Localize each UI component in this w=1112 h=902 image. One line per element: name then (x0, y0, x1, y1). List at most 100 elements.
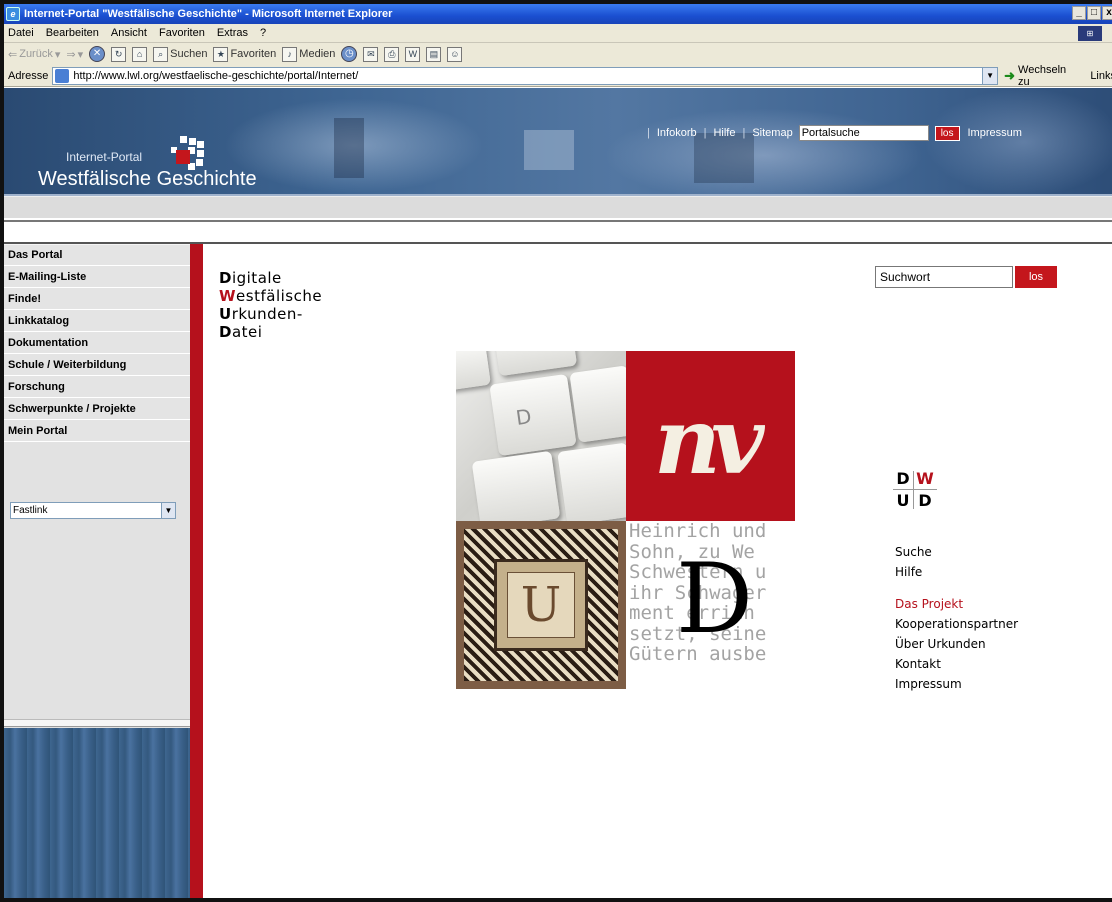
portal-banner: Internet-Portal Westfälische Geschichte … (4, 88, 1112, 196)
window-controls: _ □ x (1072, 6, 1112, 20)
address-bar: Adresse ▼ ➜Wechseln zu Links (4, 64, 1112, 88)
nav-infokorb[interactable]: Infokorb (657, 127, 697, 139)
favorites-button[interactable]: ★ Favoriten (213, 46, 277, 62)
star-icon: ★ (213, 46, 229, 62)
wordmark-line: Digitale (219, 269, 282, 287)
decorative-texture (4, 728, 190, 898)
hero-collage: D nv U Heinrich und Sohn, zu We Schwestern… (456, 351, 795, 689)
nav-kooperationspartner[interactable]: Kooperationspartner (895, 614, 1018, 634)
dwud-logo: D W U D (893, 469, 943, 511)
divider (4, 719, 190, 727)
forward-arrow-icon: ⇒ (66, 48, 76, 61)
url-input[interactable] (73, 69, 983, 82)
collage-big-letter: D (676, 543, 753, 655)
nav-suche[interactable]: Suche (895, 542, 1018, 562)
chevron-down-icon[interactable]: ▼ (161, 503, 175, 518)
favorites-label: Favoriten (230, 48, 277, 60)
wordmark-line: Westfälische (219, 287, 323, 305)
links-button[interactable]: Links (1090, 70, 1112, 82)
fastlink-select[interactable]: Fastlink ▼ (10, 502, 176, 519)
portal-search-button[interactable]: los (934, 125, 960, 141)
dwud-wordmark[interactable]: Digitale Westfälische Urkunden- Datei (219, 269, 322, 341)
key-letter: D (514, 404, 534, 430)
windows-flag-icon: ⊞ (1078, 26, 1102, 41)
edit-icon[interactable]: ▤ (426, 46, 442, 62)
title-bar: e Internet-Portal "Westfälische Geschich… (4, 4, 1112, 24)
portal-subtitle: Internet-Portal (66, 150, 143, 164)
nav-ueber-urkunden[interactable]: Über Urkunden (895, 634, 1018, 654)
nav-e-mailing-liste[interactable]: E-Mailing-Liste (4, 266, 190, 288)
nav-finde[interactable]: Finde! (4, 288, 190, 310)
nav-sitemap[interactable]: Sitemap (752, 127, 792, 139)
wordmark-line: Datei (219, 323, 263, 341)
nav-dokumentation[interactable]: Dokumentation (4, 332, 190, 354)
address-dropdown-icon[interactable]: ▼ (982, 67, 998, 84)
minimize-button[interactable]: _ (1072, 6, 1086, 20)
go-button[interactable]: ➜ Wechseln zu (1004, 64, 1080, 88)
menu-datei[interactable]: Datei (8, 27, 34, 39)
right-navigation: Suche Hilfe Das Projekt Kooperationspart… (895, 542, 1018, 694)
ornament-letter: U (520, 577, 562, 633)
collage-text-line: Heinrich und (629, 521, 767, 542)
ornament-image: U (456, 521, 626, 689)
nav-impressum-right[interactable]: Impressum (895, 674, 1018, 694)
stop-icon[interactable]: ✕ (89, 46, 106, 62)
forward-button[interactable]: ⇒ ▾ (66, 48, 83, 61)
nav-das-portal[interactable]: Das Portal (4, 244, 190, 266)
search-label: Suchen (170, 48, 208, 60)
nav-linkkatalog[interactable]: Linkkatalog (4, 310, 190, 332)
menu-bearbeiten[interactable]: Bearbeiten (46, 27, 99, 39)
messenger-icon[interactable]: ☺ (447, 46, 463, 62)
back-button[interactable]: ⇐ Zurück ▾ (8, 48, 60, 61)
nav-forschung[interactable]: Forschung (4, 376, 190, 398)
word-icon[interactable]: W (405, 46, 421, 62)
close-button[interactable]: x (1102, 6, 1112, 20)
nav-hilfe[interactable]: Hilfe (713, 127, 735, 139)
refresh-icon[interactable]: ↻ (111, 46, 127, 62)
window-title: Internet-Portal "Westfälische Geschichte… (24, 8, 393, 20)
red-emblem: nv (626, 351, 795, 521)
keyboard-image: D (456, 351, 626, 521)
gray-band (4, 196, 1112, 218)
menu-help[interactable]: ? (260, 27, 266, 39)
wordmark-line: Urkunden- (219, 305, 303, 323)
portal-top-nav: | Infokorb | Hilfe | Sitemap los Impress… (640, 125, 1022, 141)
keyword-search-button[interactable]: los (1015, 266, 1057, 288)
menu-ansicht[interactable]: Ansicht (111, 27, 147, 39)
nav-schwerpunkte-projekte[interactable]: Schwerpunkte / Projekte (4, 398, 190, 420)
back-arrow-icon: ⇐ (8, 48, 18, 61)
menu-extras[interactable]: Extras (217, 27, 248, 39)
portal-title[interactable]: Westfälische Geschichte (38, 168, 257, 191)
ie-logo-icon: e (6, 7, 20, 21)
menu-bar: Datei Bearbeiten Ansicht Favoriten Extra… (4, 24, 1112, 43)
portal-search-input[interactable] (798, 125, 929, 141)
nav-schule-weiterbildung[interactable]: Schule / Weiterbildung (4, 354, 190, 376)
toolbar: ⇐ Zurück ▾ ⇒ ▾ ✕ ↻ ⌂ ⌕ Suchen ★ Favoriten ♪… (4, 43, 1112, 65)
address-label: Adresse (8, 69, 49, 82)
print-icon[interactable]: ⎙ (384, 46, 400, 62)
left-navigation: Das Portal E-Mailing-Liste Finde! Linkka… (4, 244, 190, 898)
search-icon: ⌕ (153, 46, 169, 62)
media-label: Medien (299, 48, 336, 60)
nav-hilfe-right[interactable]: Hilfe (895, 562, 1018, 582)
mail-icon[interactable]: ✉ (363, 46, 379, 62)
search-button[interactable]: ⌕ Suchen (153, 46, 208, 62)
nav-impressum[interactable]: Impressum (968, 127, 1022, 139)
home-icon[interactable]: ⌂ (132, 46, 148, 62)
menu-favoriten[interactable]: Favoriten (159, 27, 205, 39)
nav-mein-portal[interactable]: Mein Portal (4, 420, 190, 442)
browser-window: e Internet-Portal "Westfälische Geschich… (0, 0, 1112, 902)
typewriter-text-image: Heinrich und Sohn, zu We Schwestern u ihr S… (626, 521, 795, 689)
address-field[interactable]: ▼ (52, 66, 999, 85)
red-accent-bar (190, 244, 203, 898)
maximize-button[interactable]: □ (1087, 6, 1101, 20)
media-button[interactable]: ♪ Medien (282, 46, 336, 62)
nav-kontakt[interactable]: Kontakt (895, 654, 1018, 674)
emblem-glyph: nv (654, 387, 764, 495)
back-label: Zurück (19, 48, 53, 60)
main-content: Digitale Westfälische Urkunden- Datei lo… (203, 244, 1112, 898)
page-icon (55, 68, 70, 83)
keyword-search-input[interactable] (875, 266, 1013, 288)
nav-das-projekt[interactable]: Das Projekt (895, 594, 1018, 614)
history-icon[interactable]: ◷ (341, 46, 358, 62)
